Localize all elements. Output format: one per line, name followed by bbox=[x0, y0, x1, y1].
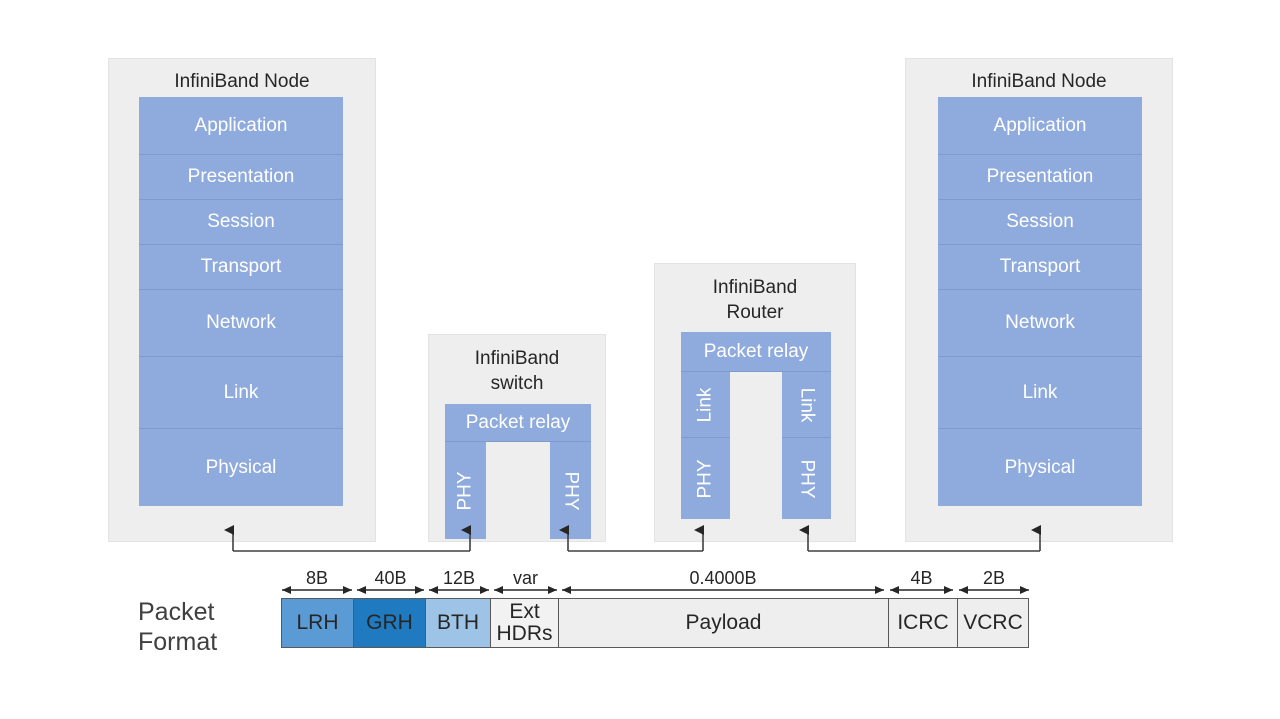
dim-label-grh: 40B bbox=[374, 568, 407, 588]
packet-segment-grh: GRH bbox=[353, 598, 426, 648]
device-title: InfiniBand Node bbox=[971, 71, 1107, 92]
device-infiniband-router: InfiniBand Router Packet relay Link Link… bbox=[654, 263, 856, 542]
switch-phy-right: PHY bbox=[550, 442, 591, 539]
dim-label-bth: 12B bbox=[442, 568, 476, 588]
device-title: InfiniBand Router bbox=[712, 277, 798, 323]
packet-segment-lrh: LRH bbox=[281, 598, 354, 648]
switch-packet-relay: Packet relay bbox=[445, 404, 591, 442]
dim-label-ext: var bbox=[512, 568, 538, 588]
layer-transport: Transport bbox=[139, 245, 343, 290]
router-phy-left: PHY bbox=[681, 438, 730, 519]
router-phy-right: PHY bbox=[782, 438, 831, 519]
router-link-left: Link bbox=[681, 372, 730, 438]
layer-presentation: Presentation bbox=[139, 155, 343, 200]
router-packet-relay: Packet relay bbox=[681, 332, 831, 372]
layer-application: Application bbox=[938, 97, 1142, 155]
layer-physical: Physical bbox=[938, 429, 1142, 506]
router-phy-left-label: PHY bbox=[694, 458, 716, 499]
dim-label-vcrc: 2B bbox=[982, 568, 1006, 588]
router-link-right: Link bbox=[782, 372, 831, 438]
packet-segment-vcrc: VCRC bbox=[957, 598, 1029, 648]
layer-link: Link bbox=[139, 357, 343, 429]
layer-session: Session bbox=[938, 200, 1142, 245]
layer-network: Network bbox=[139, 290, 343, 357]
device-title: InfiniBand switch bbox=[474, 348, 560, 394]
switch-phy-left: PHY bbox=[445, 442, 486, 539]
layer-application: Application bbox=[139, 97, 343, 155]
device-infiniband-node-right: InfiniBand Node Application Presentation… bbox=[905, 58, 1173, 542]
device-title: InfiniBand Node bbox=[174, 71, 310, 92]
layer-link: Link bbox=[938, 357, 1142, 429]
switch-phy-right-label: PHY bbox=[560, 470, 582, 511]
router-link-left-label: Link bbox=[694, 387, 716, 422]
layer-transport: Transport bbox=[938, 245, 1142, 290]
layer-network: Network bbox=[938, 290, 1142, 357]
router-link-right-label: Link bbox=[796, 387, 818, 422]
dim-label-lrh: 8B bbox=[305, 568, 329, 588]
dim-label-payload: 0.4000B bbox=[689, 568, 757, 588]
layer-physical: Physical bbox=[139, 429, 343, 506]
packet-segment-ext-hdrs: Ext HDRs bbox=[490, 598, 559, 648]
packet-segment-icrc: ICRC bbox=[888, 598, 958, 648]
layer-session: Session bbox=[139, 200, 343, 245]
router-phy-right-label: PHY bbox=[796, 458, 818, 499]
packet-segment-payload: Payload bbox=[558, 598, 889, 648]
device-infiniband-switch: InfiniBand switch Packet relay PHY PHY bbox=[428, 334, 606, 542]
layer-presentation: Presentation bbox=[938, 155, 1142, 200]
packet-format-label: Packet Format bbox=[138, 598, 218, 656]
dim-label-icrc: 4B bbox=[910, 568, 933, 588]
diagram-canvas: InfiniBand Node Application Presentation… bbox=[0, 0, 1280, 719]
device-infiniband-node-left: InfiniBand Node Application Presentation… bbox=[108, 58, 376, 542]
switch-phy-left-label: PHY bbox=[454, 470, 476, 511]
packet-segment-bth: BTH bbox=[425, 598, 491, 648]
